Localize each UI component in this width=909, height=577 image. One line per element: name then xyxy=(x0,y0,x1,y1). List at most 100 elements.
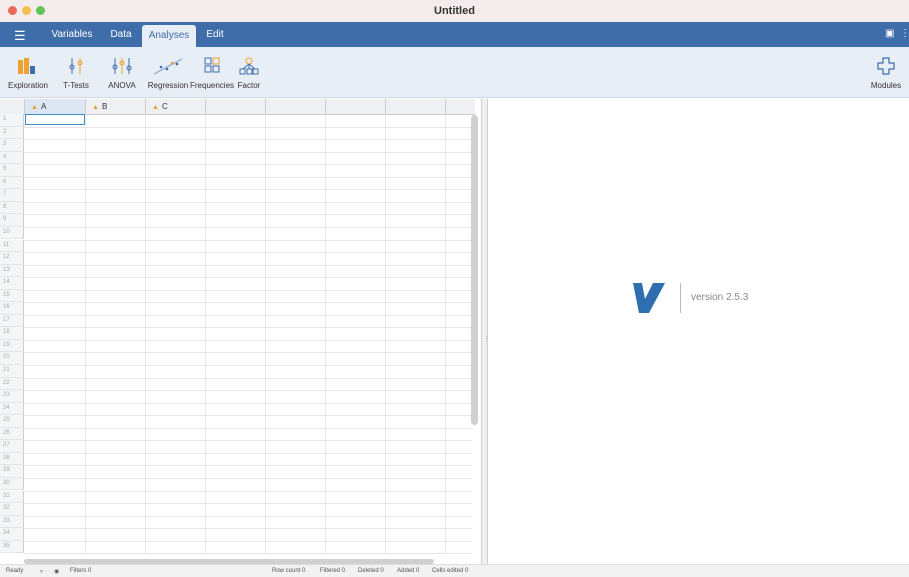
row-number[interactable]: 18 xyxy=(0,327,24,340)
filter-icon[interactable]: ▿ xyxy=(40,568,43,575)
corner-cell xyxy=(0,99,25,114)
row-number[interactable]: 29 xyxy=(0,465,24,478)
main-menu-bar: ☰ Variables Data Analyses Edit ▣ ⋮ xyxy=(0,22,909,47)
plus-icon xyxy=(877,57,895,75)
status-row-count: Row count 0 xyxy=(272,568,306,574)
results-pane xyxy=(488,99,909,564)
selected-cell[interactable] xyxy=(25,114,85,125)
more-options-icon[interactable]: ⋮ xyxy=(900,28,909,39)
row-number[interactable]: 34 xyxy=(0,528,24,541)
vertical-scrollbar[interactable] xyxy=(471,115,478,425)
row-gridline xyxy=(24,189,472,191)
row-gridline xyxy=(24,465,472,467)
row-number[interactable]: 6 xyxy=(0,176,24,190)
row-gridline xyxy=(24,477,472,479)
row-number[interactable]: 25 xyxy=(0,415,24,428)
status-filtered: Filtered 0 xyxy=(320,568,346,574)
ttests-button[interactable]: T-Tests xyxy=(56,51,96,95)
row-number[interactable]: 1 xyxy=(0,114,24,127)
anova-button[interactable]: ANOVA xyxy=(102,51,142,95)
frequencies-button[interactable]: Frequencies xyxy=(190,51,234,95)
tab-variables[interactable]: Variables xyxy=(44,22,100,47)
row-number[interactable]: 11 xyxy=(0,239,24,253)
column-gridline xyxy=(385,114,386,554)
row-number[interactable]: 22 xyxy=(0,377,24,391)
regression-button[interactable]: Regression xyxy=(146,51,190,95)
row-number[interactable]: 26 xyxy=(0,427,24,441)
row-gridline xyxy=(24,402,472,404)
row-number[interactable]: 14 xyxy=(0,277,24,290)
row-number[interactable]: 33 xyxy=(0,515,24,529)
row-number[interactable]: 5 xyxy=(0,164,24,177)
row-number[interactable]: 17 xyxy=(0,314,24,328)
column-gridline xyxy=(325,114,326,554)
row-gridline xyxy=(24,490,472,492)
row-number[interactable]: 9 xyxy=(0,214,24,227)
row-gridline xyxy=(24,440,472,442)
row-gridline xyxy=(24,515,472,517)
column-header-empty[interactable] xyxy=(386,99,446,114)
column-header-empty[interactable] xyxy=(266,99,326,114)
status-added: Added 0 xyxy=(397,568,420,574)
tab-analyses[interactable]: Analyses xyxy=(142,25,196,47)
column-name: B xyxy=(101,102,108,111)
exploration-bar-icon xyxy=(18,58,35,74)
row-number[interactable]: 21 xyxy=(0,365,24,378)
factor-button[interactable]: Factor xyxy=(234,51,264,95)
column-header-empty[interactable] xyxy=(326,99,386,114)
tab-data[interactable]: Data xyxy=(102,22,140,47)
row-gridline xyxy=(24,239,472,241)
row-number[interactable]: 4 xyxy=(0,151,24,165)
row-number[interactable]: 28 xyxy=(0,452,24,466)
results-mode-icon[interactable]: ▣ xyxy=(885,28,894,39)
row-gridline xyxy=(24,201,472,203)
row-number[interactable]: 32 xyxy=(0,503,24,516)
tab-edit[interactable]: Edit xyxy=(198,22,232,47)
row-number[interactable]: 13 xyxy=(0,264,24,278)
jamovi-logo-icon xyxy=(633,283,665,313)
row-number[interactable]: 3 xyxy=(0,139,24,152)
row-gridline xyxy=(24,151,472,153)
row-number[interactable]: 2 xyxy=(0,126,24,140)
row-number[interactable]: 31 xyxy=(0,490,24,504)
row-number[interactable]: 16 xyxy=(0,302,24,315)
row-number[interactable]: 19 xyxy=(0,339,24,353)
row-number[interactable]: 10 xyxy=(0,226,24,240)
logo-separator xyxy=(680,283,681,313)
analyses-ribbon: Exploration T-Tests ANOVA Regression Fre… xyxy=(0,47,909,98)
row-number[interactable]: 7 xyxy=(0,189,24,202)
title-bar: Untitled xyxy=(0,0,909,23)
row-gridline xyxy=(24,503,472,505)
row-number[interactable]: 12 xyxy=(0,252,24,265)
row-number[interactable]: 15 xyxy=(0,289,24,303)
column-header-b[interactable]: ▲ B xyxy=(86,99,146,114)
row-number[interactable]: 27 xyxy=(0,440,24,453)
row-gridline xyxy=(24,327,472,329)
status-cells-edited: Cells edited 0 xyxy=(432,568,469,574)
row-gridline xyxy=(24,302,472,304)
column-header-empty[interactable] xyxy=(206,99,266,114)
row-gridline xyxy=(24,377,472,379)
row-number[interactable]: 35 xyxy=(0,540,24,554)
data-spreadsheet[interactable]: ▲ A ▲ B ▲ C 1 2 3 4 5 6 7 8 9 10 11 12 13 14 15 16 17 18 19 20… xyxy=(0,99,481,564)
exploration-button[interactable]: Exploration xyxy=(4,51,52,95)
row-number[interactable]: 20 xyxy=(0,352,24,365)
row-number[interactable]: 23 xyxy=(0,390,24,403)
column-gridline xyxy=(85,114,86,554)
row-number[interactable]: 30 xyxy=(0,477,24,491)
row-gridline xyxy=(24,452,472,454)
nominal-variable-icon: ▲ xyxy=(31,104,38,111)
modules-label: Modules xyxy=(870,81,902,90)
modules-button[interactable]: Modules xyxy=(866,51,906,95)
column-header-a[interactable]: ▲ A xyxy=(25,99,86,114)
pane-splitter[interactable]: ⋮ xyxy=(481,99,490,564)
row-number[interactable]: 8 xyxy=(0,201,24,215)
column-header-c[interactable]: ▲ C xyxy=(146,99,206,114)
row-gridline xyxy=(24,352,472,354)
row-gridline xyxy=(24,365,472,366)
row-gridline xyxy=(24,415,472,417)
hamburger-icon[interactable]: ☰ xyxy=(14,28,26,44)
row-number[interactable]: 24 xyxy=(0,402,24,416)
eye-icon[interactable]: ◉ xyxy=(54,568,59,575)
anova-icon xyxy=(112,58,132,74)
